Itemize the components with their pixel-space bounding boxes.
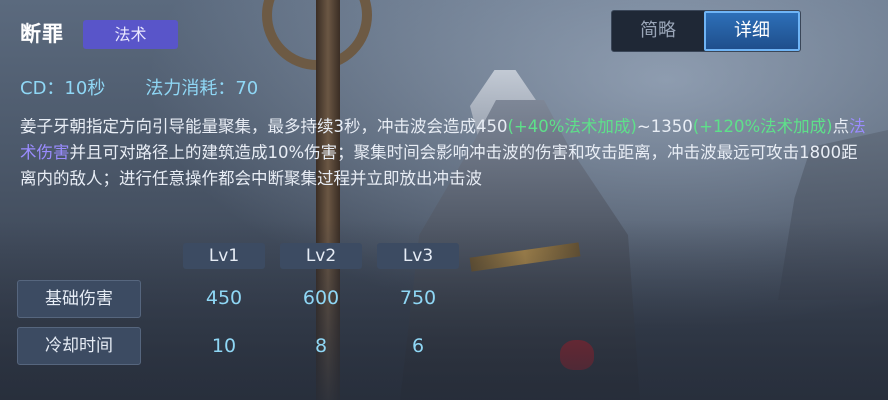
magic-bonus-text: (+120%法术加成) <box>692 117 833 136</box>
base-damage-lv2: 600 <box>302 287 340 309</box>
row-label-cooldown: 冷却时间 <box>17 327 141 365</box>
cooldown-lv1: 10 <box>211 335 237 357</box>
description-text: 点 <box>832 117 850 136</box>
skill-name: 断罪 <box>20 22 64 46</box>
base-damage-lv1: 450 <box>205 287 243 309</box>
base-damage-lv3: 750 <box>399 287 437 309</box>
skill-type-badge: 法术 <box>83 20 178 49</box>
row-label-base-damage: 基础伤害 <box>17 280 141 318</box>
description-text: 姜子牙朝指定方向引导能量聚集，最多持续3秒，冲击波会造成450 <box>20 117 508 136</box>
tab-detail[interactable]: 详细 <box>704 11 800 51</box>
cooldown-stat: CD：10秒 <box>20 78 106 99</box>
cooldown-lv2: 8 <box>314 335 328 357</box>
tab-brief[interactable]: 简略 <box>612 11 704 51</box>
level-header-2: Lv2 <box>280 243 362 269</box>
level-header-1: Lv1 <box>183 243 265 269</box>
skill-description: 姜子牙朝指定方向引导能量聚集，最多持续3秒，冲击波会造成450(+40%法术加成… <box>20 114 866 192</box>
skill-detail-panel: 断罪 法术 简略 详细 CD：10秒 法力消耗：70 姜子牙朝指定方向引导能量聚集… <box>0 0 888 400</box>
description-text: ~1350 <box>636 117 693 136</box>
mana-cost-stat: 法力消耗：70 <box>145 78 259 99</box>
magic-bonus-text: (+40%法术加成) <box>507 117 637 136</box>
level-header-3: Lv3 <box>377 243 459 269</box>
description-text: 并且可对路径上的建筑造成10%伤害；聚集时间会影响冲击波的伤害和攻击距离，冲击波… <box>20 143 858 188</box>
view-mode-tabs: 简略 详细 <box>611 10 801 52</box>
skill-stats: CD：10秒 法力消耗：70 <box>20 74 258 100</box>
cooldown-lv3: 6 <box>411 335 425 357</box>
